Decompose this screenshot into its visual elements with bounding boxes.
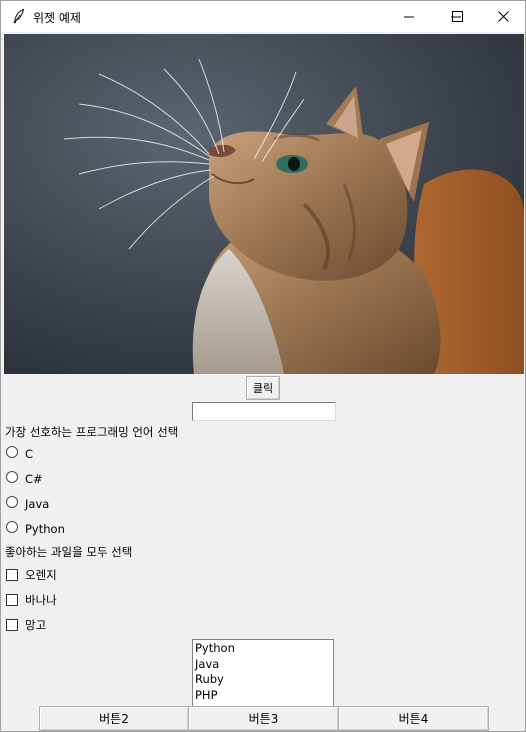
checkbox-option-orange[interactable]: 오렌지 — [6, 566, 57, 584]
window-title: 위젯 예제 — [33, 11, 81, 25]
checkbox-label: 오렌지 — [25, 568, 57, 582]
button-3[interactable]: 버튼3 — [188, 706, 339, 731]
language-group-label: 가장 선호하는 프로그래밍 언어 선택 — [5, 425, 179, 439]
radio-button[interactable] — [6, 496, 18, 508]
list-item[interactable]: Ruby — [195, 672, 333, 688]
radio-option-java[interactable]: Java — [6, 495, 49, 513]
feather-icon — [13, 8, 25, 24]
radio-option-python[interactable]: Python — [6, 520, 65, 538]
minimize-icon — [404, 16, 414, 17]
language-listbox[interactable]: Python Java Ruby PHP — [192, 639, 334, 707]
list-item[interactable]: PHP — [195, 688, 333, 704]
text-entry[interactable] — [192, 402, 336, 421]
radio-label: Java — [25, 497, 50, 511]
checkbox-option-mango[interactable]: 망고 — [6, 616, 46, 634]
button-2[interactable]: 버튼2 — [39, 706, 189, 731]
click-button[interactable]: 클릭 — [246, 376, 280, 400]
checkbox-option-banana[interactable]: 바나나 — [6, 591, 57, 609]
radio-label: Python — [25, 522, 65, 536]
list-item[interactable]: Python — [195, 641, 333, 657]
cat-photo — [4, 34, 524, 374]
radio-button[interactable] — [6, 521, 18, 533]
radio-option-c[interactable]: C — [6, 445, 33, 463]
app-window: 위젯 예제 클릭 가장 선호하는 프로그래밍 언어 선택 C C# Java P… — [0, 0, 526, 732]
checkbox-label: 바나나 — [25, 593, 57, 607]
radio-option-csharp[interactable]: C# — [6, 470, 43, 488]
button-4[interactable]: 버튼4 — [338, 706, 489, 731]
fruits-group-label: 좋아하는 과일을 모두 선택 — [5, 545, 133, 559]
maximize-button-area[interactable] — [434, 1, 480, 32]
radio-label: C# — [25, 472, 43, 486]
close-button[interactable] — [480, 1, 525, 32]
radio-button[interactable] — [6, 446, 18, 458]
radio-label: C — [25, 447, 34, 461]
checkbox-label: 망고 — [25, 618, 47, 632]
maximize-icon — [451, 11, 463, 22]
checkbox[interactable] — [6, 619, 18, 631]
list-item[interactable]: Java — [195, 657, 333, 673]
checkbox[interactable] — [6, 594, 18, 606]
radio-button[interactable] — [6, 471, 18, 483]
close-icon — [497, 11, 509, 22]
minimize-button-area[interactable] — [386, 1, 432, 32]
checkbox[interactable] — [6, 569, 18, 581]
